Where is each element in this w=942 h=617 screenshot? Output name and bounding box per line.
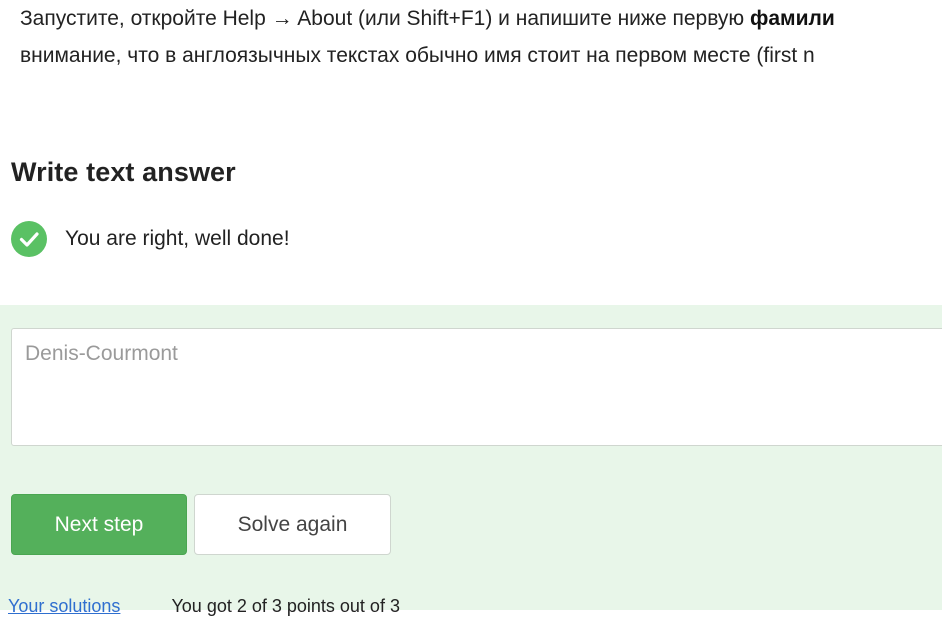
solutions-footer: Your solutions You got 2 of 3 points out… [8, 596, 400, 617]
your-solutions-link[interactable]: Your solutions [8, 596, 120, 616]
checkmark-circle-icon [11, 221, 47, 257]
step-instructions: Запустите, откройте Help → About (или Sh… [20, 0, 942, 74]
answer-textarea[interactable]: Denis-Courmont [11, 328, 942, 446]
next-step-button[interactable]: Next step [11, 494, 187, 555]
answer-value: Denis-Courmont [25, 342, 178, 365]
points-count: You got 2 of 3 points out of 3 [171, 596, 400, 616]
answer-heading: Write text answer [11, 157, 236, 187]
instructions-bold-text: фамили [749, 7, 835, 30]
correct-status: You are right, well done! [11, 220, 290, 258]
instructions-line-2: внимание, что в англоязычных текстах обы… [20, 44, 815, 67]
answer-panel: Denis-Courmont Next step Solve again [0, 305, 942, 610]
status-message: You are right, well done! [65, 227, 290, 250]
solve-again-button[interactable]: Solve again [194, 494, 391, 555]
instructions-line-1: Запустите, откройте Help → About (или Sh… [20, 7, 835, 30]
